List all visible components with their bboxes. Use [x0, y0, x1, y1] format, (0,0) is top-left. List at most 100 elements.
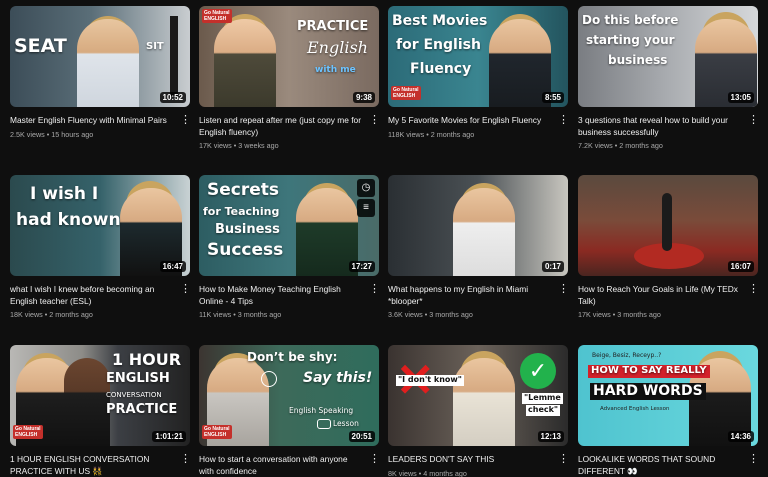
more-options-icon[interactable]: ⋮ — [180, 284, 191, 298]
thumbnail-text: Don’t be shy: — [247, 350, 338, 364]
video-card-6[interactable]: Secrets for Teaching Business Success ◷ … — [199, 175, 380, 319]
video-title[interactable]: LOOKALIKE WORDS THAT SOUND DIFFERENT 👀 — [578, 454, 742, 477]
video-duration: 14:36 — [727, 431, 754, 442]
video-stats: 3.6K views • 3 months ago — [388, 310, 473, 319]
thumbnail-text: Business — [215, 222, 280, 237]
more-options-icon[interactable]: ⋮ — [748, 454, 759, 468]
video-thumbnail[interactable]: Best Movies for English Fluency Go Natur… — [388, 6, 568, 107]
video-title[interactable]: Master English Fluency with Minimal Pair… — [10, 115, 174, 127]
video-thumbnail[interactable]: SEAT SIT 10:52 — [10, 6, 190, 107]
video-stats: 18K views • 2 months ago — [10, 310, 93, 319]
video-thumbnail[interactable]: I wish I had known 16:47 — [10, 175, 190, 276]
thumbnail-text: Success — [207, 240, 284, 260]
video-thumbnail[interactable]: Beige, Besiz, Receyp..? HOW TO SAY REALL… — [578, 345, 758, 446]
thumbnail-text: for Teaching — [203, 205, 280, 218]
video-duration: 16:07 — [727, 261, 754, 272]
video-stats: 7.2K views • 2 months ago — [578, 141, 663, 150]
thumbnail-text: Best Movies — [392, 13, 488, 29]
thumbnail-text: ENGLISH — [106, 371, 170, 386]
speaker-figure — [662, 193, 672, 251]
thumbnail-text: check" — [526, 405, 561, 416]
video-card-4[interactable]: Do this before starting your business 13… — [578, 6, 759, 150]
video-title[interactable]: How to start a conversation with anyone … — [199, 454, 363, 477]
video-card-3[interactable]: Best Movies for English Fluency Go Natur… — [388, 6, 569, 139]
thumbnail-text: English — [307, 38, 368, 57]
video-card-10[interactable]: Go Natural ENGLISH Don’t be shy: Say this… — [199, 345, 380, 477]
video-card-9[interactable]: Go Natural ENGLISH 1 HOUR ENGLISH CONVERS… — [10, 345, 191, 477]
video-card-1[interactable]: SEAT SIT 10:52 Master English Fluency wi… — [10, 6, 191, 139]
video-title[interactable]: How to Make Money Teaching English Onlin… — [199, 284, 363, 307]
more-options-icon[interactable]: ⋮ — [180, 454, 191, 468]
more-options-icon[interactable]: ⋮ — [180, 115, 191, 129]
thumbnail-text: Lesson — [333, 419, 359, 428]
video-thumbnail[interactable]: Secrets for Teaching Business Success ◷ … — [199, 175, 379, 276]
video-title[interactable]: How to Reach Your Goals in Life (My TEDx… — [578, 284, 742, 307]
video-thumbnail[interactable]: Do this before starting your business 13… — [578, 6, 758, 107]
video-card-5[interactable]: I wish I had known 16:47 what I wish I k… — [10, 175, 191, 319]
head-speaking-icon — [261, 371, 277, 387]
clock-icon[interactable]: ◷ — [357, 179, 375, 197]
video-thumbnail[interactable]: Go Natural ENGLISH 1 HOUR ENGLISH CONVERS… — [10, 345, 190, 446]
thumbnail-text: CONVERSATION — [106, 391, 162, 399]
more-options-icon[interactable]: ⋮ — [369, 454, 380, 468]
more-options-icon[interactable]: ⋮ — [748, 284, 759, 298]
thumbnail-text: with me — [315, 65, 356, 75]
more-options-icon[interactable]: ⋮ — [558, 115, 569, 129]
thumbnail-text: "Lemme — [522, 393, 563, 404]
queue-icon[interactable]: ≡ — [357, 199, 375, 217]
chat-bubble-icon — [317, 419, 331, 429]
thumbnail-text: English Speaking — [289, 406, 354, 415]
video-card-8[interactable]: 16:07 How to Reach Your Goals in Life (M… — [578, 175, 759, 319]
video-duration: 17:27 — [348, 261, 375, 272]
thumbnail-text: SEAT — [14, 35, 67, 57]
channel-logo: Go Natural ENGLISH — [202, 9, 232, 23]
video-title[interactable]: Listen and repeat after me (just copy me… — [199, 115, 363, 138]
thumbnail-text: SIT — [146, 41, 164, 52]
video-card-2[interactable]: Go Natural ENGLISH PRACTICE English with … — [199, 6, 380, 150]
thumbnail-text: Say this! — [303, 370, 373, 386]
channel-logo: Go Natural ENGLISH — [391, 86, 421, 100]
video-card-7[interactable]: 0:17 What happens to my English in Miami… — [388, 175, 569, 319]
video-duration: 1:01:21 — [152, 431, 186, 442]
video-title[interactable]: 1 HOUR ENGLISH CONVERSATION PRACTICE WIT… — [10, 454, 174, 477]
video-card-11[interactable]: ✕ "I don't know" ✓ "Lemme check" 12:13 L… — [388, 345, 569, 477]
video-stats: 2.5K views • 15 hours ago — [10, 129, 94, 139]
video-stats: 17K views • 3 weeks ago — [199, 141, 279, 150]
thumbnail-text: PRACTICE — [106, 402, 178, 417]
more-options-icon[interactable]: ⋮ — [748, 115, 759, 129]
more-options-icon[interactable]: ⋮ — [558, 284, 569, 298]
video-duration: 0:17 — [541, 261, 564, 272]
thumbnail-text: starting your — [586, 33, 675, 47]
thumbnail-text: Beige, Besiz, Receyp..? — [592, 352, 662, 359]
video-duration: 9:38 — [352, 92, 375, 103]
channel-logo: Go Natural ENGLISH — [13, 425, 43, 439]
video-stats: 17K views • 3 months ago — [578, 310, 661, 319]
thumbnail-text: HOW TO SAY REALLY — [588, 365, 710, 378]
more-options-icon[interactable]: ⋮ — [369, 284, 380, 298]
video-duration: 12:13 — [537, 431, 564, 442]
thumbnail-text: business — [608, 53, 668, 67]
video-title[interactable]: 3 questions that reveal how to build you… — [578, 115, 742, 138]
video-title[interactable]: LEADERS DON'T SAY THIS — [388, 454, 552, 466]
video-duration: 10:52 — [159, 92, 186, 103]
video-duration: 16:47 — [159, 261, 186, 272]
video-thumbnail[interactable]: 16:07 — [578, 175, 758, 276]
video-thumbnail[interactable]: Go Natural ENGLISH PRACTICE English with … — [199, 6, 379, 107]
video-title[interactable]: What happens to my English in Miami *blo… — [388, 284, 552, 307]
video-grid: SEAT SIT 10:52 Master English Fluency wi… — [0, 0, 768, 477]
thumbnail-text: Fluency — [410, 61, 472, 77]
video-thumbnail[interactable]: ✕ "I don't know" ✓ "Lemme check" 12:13 — [388, 345, 568, 446]
video-title[interactable]: My 5 Favorite Movies for English Fluency — [388, 115, 552, 127]
video-thumbnail[interactable]: Go Natural ENGLISH Don’t be shy: Say this… — [199, 345, 379, 446]
video-title[interactable]: what I wish I knew before becoming an En… — [10, 284, 174, 307]
video-duration: 20:51 — [348, 431, 375, 442]
video-duration: 8:55 — [541, 92, 564, 103]
thumbnail-text: 1 HOUR — [112, 350, 182, 369]
video-thumbnail[interactable]: 0:17 — [388, 175, 568, 276]
video-stats: 118K views • 2 months ago — [388, 129, 475, 139]
thumbnail-text: Do this before — [582, 13, 679, 27]
more-options-icon[interactable]: ⋮ — [369, 115, 380, 129]
video-card-12[interactable]: Beige, Besiz, Receyp..? HOW TO SAY REALL… — [578, 345, 759, 477]
thumbnail-text: had known — [16, 210, 121, 230]
more-options-icon[interactable]: ⋮ — [558, 454, 569, 468]
